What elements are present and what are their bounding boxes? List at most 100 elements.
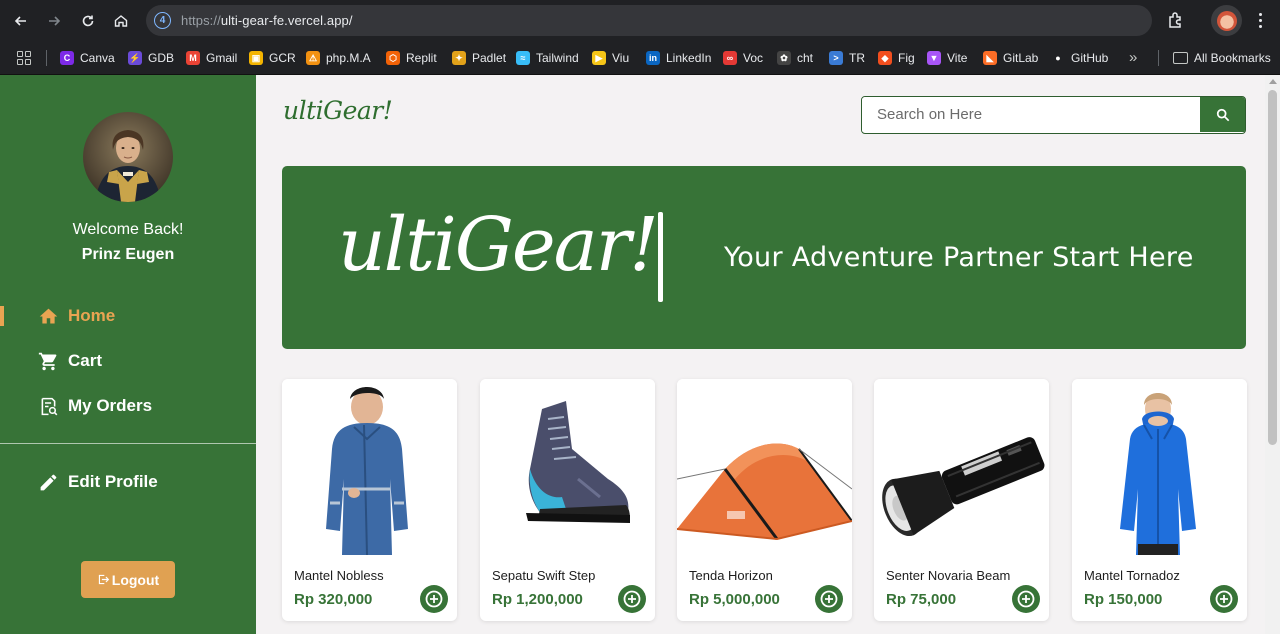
- apps-grid-icon[interactable]: [17, 51, 31, 65]
- plus-circle-icon: [1017, 590, 1035, 608]
- bookmark-item[interactable]: ▣ GCR: [249, 48, 296, 68]
- raincoat-image[interactable]: [282, 379, 457, 555]
- browser-toolbar: 4 https://ulti-gear-fe.vercel.app/: [0, 0, 1280, 41]
- cart-icon: [38, 352, 57, 370]
- browser-menu-icon[interactable]: [1250, 10, 1270, 30]
- add-to-cart-button[interactable]: [1012, 585, 1040, 613]
- bookmark-favicon-icon: ⚠: [306, 51, 320, 65]
- product-price: Rp 75,000: [886, 591, 957, 608]
- bookmark-item[interactable]: ⚡ GDB: [128, 48, 174, 68]
- tent-image[interactable]: [677, 379, 852, 555]
- reload-button[interactable]: [75, 8, 101, 34]
- hiking-boot-image[interactable]: [480, 379, 655, 555]
- product-card[interactable]: Senter Novaria Beam Rp 75,000: [874, 379, 1049, 621]
- bookmark-item[interactable]: ◆ Fig: [878, 48, 915, 68]
- bookmark-item[interactable]: ▶ Viu: [592, 48, 629, 68]
- flashlight-image[interactable]: [874, 379, 1049, 555]
- profile-face-icon: [1216, 10, 1237, 31]
- add-to-cart-button[interactable]: [1210, 585, 1238, 613]
- search-input[interactable]: [862, 97, 1200, 132]
- bookmark-item[interactable]: ✦ Padlet: [452, 48, 506, 68]
- bookmark-favicon-icon: ⚡: [128, 51, 142, 65]
- product-name[interactable]: Tenda Horizon: [689, 568, 773, 583]
- scroll-thumb[interactable]: [1268, 90, 1277, 445]
- bookmark-item[interactable]: ≈ Tailwind: [516, 48, 579, 68]
- home-icon: [39, 308, 58, 323]
- product-card[interactable]: Tenda Horizon Rp 5,000,000: [677, 379, 852, 621]
- logout-label: Logout: [111, 571, 160, 588]
- bookmark-label: Voc: [743, 51, 764, 65]
- bookmark-item[interactable]: ◣ GitLab: [983, 48, 1038, 68]
- back-button[interactable]: [8, 8, 34, 34]
- active-indicator: [0, 306, 4, 326]
- bookmark-item[interactable]: ⬡ Replit: [386, 48, 437, 68]
- forward-button[interactable]: [41, 8, 67, 34]
- bookmark-item[interactable]: in LinkedIn: [646, 48, 711, 68]
- plus-circle-icon: [623, 590, 641, 608]
- sidebar-item-home[interactable]: Home: [38, 303, 115, 329]
- hero-banner: ultiGear! Your Adventure Partner Start H…: [282, 166, 1246, 349]
- arrow-right-icon: [49, 16, 61, 26]
- sidebar-item-cart[interactable]: Cart: [38, 348, 102, 374]
- bookmark-favicon-icon: ⬡: [386, 51, 400, 65]
- product-price: Rp 5,000,000: [689, 591, 780, 608]
- add-to-cart-button[interactable]: [815, 585, 843, 613]
- product-name[interactable]: Senter Novaria Beam: [886, 568, 1010, 583]
- product-name[interactable]: Mantel Tornadoz: [1084, 568, 1180, 583]
- search-button[interactable]: [1200, 97, 1245, 132]
- pencil-icon: [40, 474, 57, 490]
- add-to-cart-button[interactable]: [420, 585, 448, 613]
- bookmark-item[interactable]: ● GitHub: [1051, 48, 1108, 68]
- search-bar: [861, 96, 1246, 134]
- sidebar-item-label: Edit Profile: [68, 472, 158, 491]
- logout-button[interactable]: Logout: [81, 561, 175, 598]
- user-avatar: [83, 112, 173, 202]
- product-card[interactable]: Mantel Nobless Rp 320,000: [282, 379, 457, 621]
- product-card[interactable]: Mantel Tornadoz Rp 150,000: [1072, 379, 1247, 621]
- bookmark-favicon-icon: ▣: [249, 51, 263, 65]
- all-bookmarks[interactable]: All Bookmarks: [1173, 48, 1271, 68]
- welcome-text: Welcome Back!: [72, 221, 184, 238]
- product-name[interactable]: Mantel Nobless: [294, 568, 384, 583]
- sidebar-item-label: Home: [68, 306, 116, 325]
- bookmark-item[interactable]: ▼ Vite: [927, 48, 967, 68]
- home-page-button[interactable]: [108, 8, 134, 34]
- add-to-cart-button[interactable]: [618, 585, 646, 613]
- portrait-image: [83, 112, 173, 202]
- browser-profile-avatar[interactable]: [1211, 5, 1242, 36]
- site-info-icon[interactable]: 4: [154, 12, 171, 29]
- extensions-icon[interactable]: [1165, 9, 1187, 31]
- bookmark-favicon-icon: C: [60, 51, 74, 65]
- sidebar-item-my-orders[interactable]: My Orders: [38, 393, 152, 419]
- more-bookmarks-icon[interactable]: »: [1129, 49, 1137, 66]
- bookmark-item[interactable]: ∞ Voc: [723, 48, 763, 68]
- bookmark-label: Canva: [80, 51, 115, 65]
- logout-icon: [98, 574, 109, 585]
- brand-logo[interactable]: ultiGear!: [283, 96, 393, 125]
- product-name[interactable]: Sepatu Swift Step: [492, 568, 595, 583]
- product-card[interactable]: Sepatu Swift Step Rp 1,200,000: [480, 379, 655, 621]
- bookmark-item[interactable]: M Gmail: [186, 48, 237, 68]
- bookmark-favicon-icon: ✦: [452, 51, 466, 65]
- address-bar[interactable]: 4 https://ulti-gear-fe.vercel.app/: [146, 5, 1152, 36]
- sidebar-item-edit-profile[interactable]: Edit Profile: [38, 469, 158, 495]
- bookmark-item[interactable]: > TR: [829, 48, 865, 68]
- bookmark-item[interactable]: C Canva: [60, 48, 115, 68]
- username: Prinz Eugen: [81, 246, 175, 263]
- bookmark-favicon-icon: ▼: [927, 51, 941, 65]
- arrow-left-icon: [14, 16, 26, 26]
- bookmark-label: Tailwind: [536, 51, 579, 65]
- page-scrollbar[interactable]: [1265, 75, 1280, 634]
- all-bookmarks-label: All Bookmarks: [1194, 51, 1271, 65]
- banner-brand: ultiGear!: [338, 202, 659, 288]
- bookmark-separator: [1158, 50, 1159, 66]
- bookmark-item[interactable]: ⚠ php.M.A: [306, 48, 371, 68]
- blue-jacket-image[interactable]: [1072, 379, 1247, 555]
- bookmark-label: Gmail: [206, 51, 238, 65]
- bookmark-label: Padlet: [472, 51, 507, 65]
- product-price: Rp 320,000: [294, 591, 373, 608]
- url-text[interactable]: https://ulti-gear-fe.vercel.app/: [181, 13, 353, 28]
- plus-circle-icon: [425, 590, 443, 608]
- scroll-up-icon[interactable]: [1269, 79, 1277, 84]
- bookmark-item[interactable]: ✿ cht: [777, 48, 813, 68]
